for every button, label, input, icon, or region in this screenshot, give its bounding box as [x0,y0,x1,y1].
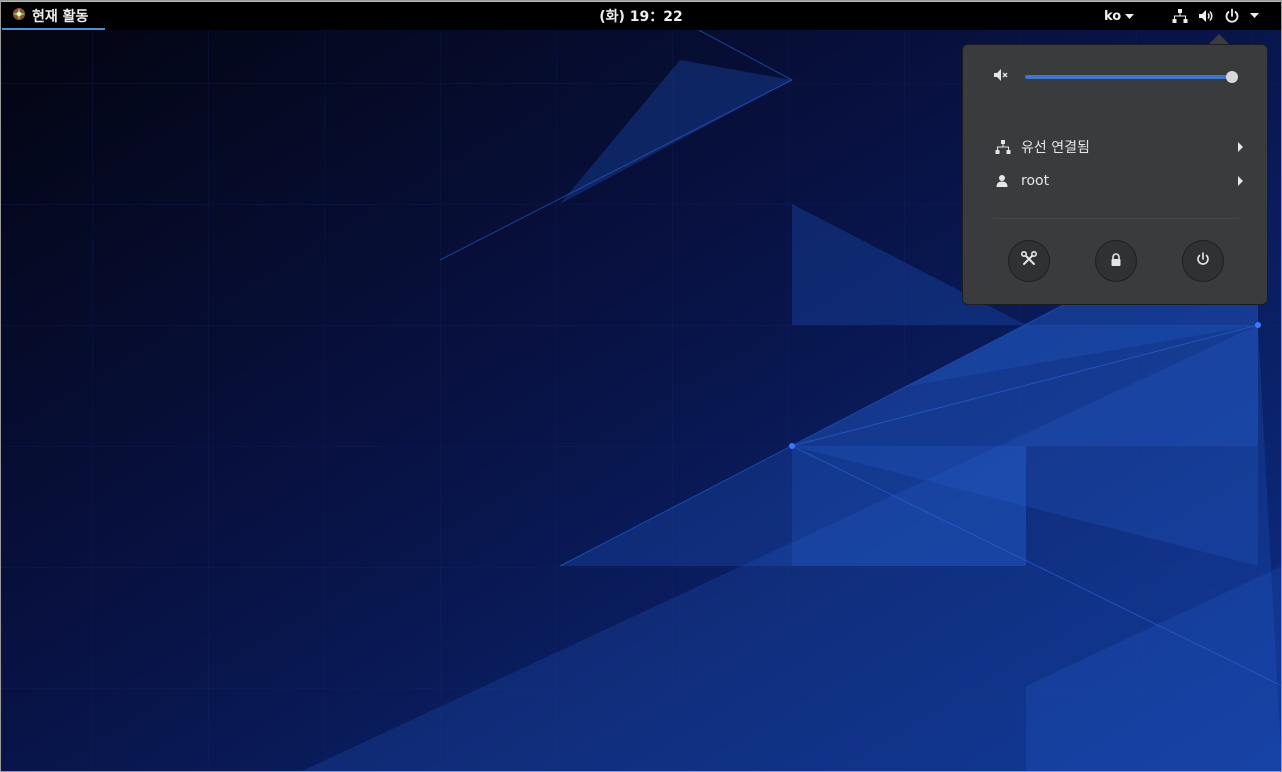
power-icon [1195,251,1211,271]
power-off-button[interactable] [1182,240,1224,282]
menu-item-wired-connection[interactable]: 유선 연결됨 [987,132,1247,162]
activities-logo-icon [12,7,26,25]
volume-slider-fill [1025,75,1235,79]
volume-slider[interactable] [1025,65,1238,89]
settings-button[interactable] [1008,240,1050,282]
chevron-right-icon [1238,176,1243,186]
chevron-down-icon [1125,9,1135,24]
system-menu-arrow [1209,34,1229,44]
volume-muted-icon[interactable] [993,67,1009,87]
volume-row [993,65,1245,89]
user-icon [987,174,1021,188]
menu-separator [993,218,1239,219]
network-wired-icon [1172,8,1188,24]
lock-button[interactable] [1095,240,1137,282]
settings-tools-icon [1020,250,1038,272]
keyboard-layout-label: ko [1104,8,1122,24]
network-wired-icon [987,139,1021,155]
user-label: root [1021,173,1050,189]
menu-item-user[interactable]: root [987,166,1247,196]
volume-slider-handle[interactable] [1226,71,1238,83]
system-menu: 유선 연결됨 root [962,44,1268,305]
top-bar: 현재 활동 (화) 19：22 ko [0,0,1282,30]
wired-connection-label: 유선 연결됨 [1021,140,1090,156]
activities-button[interactable]: 현재 활동 [0,2,105,30]
system-status-button[interactable] [1166,2,1278,30]
system-actions [1008,240,1224,286]
power-icon [1224,8,1240,24]
chevron-right-icon [1238,142,1243,152]
activities-label: 현재 활동 [32,9,89,25]
volume-high-icon [1198,8,1214,24]
clock-label: (화) 19：22 [599,9,683,25]
keyboard-layout-button[interactable]: ko [1104,2,1135,30]
lock-icon [1109,252,1123,271]
clock-button[interactable]: (화) 19：22 [570,2,712,30]
chevron-down-icon [1250,13,1259,19]
